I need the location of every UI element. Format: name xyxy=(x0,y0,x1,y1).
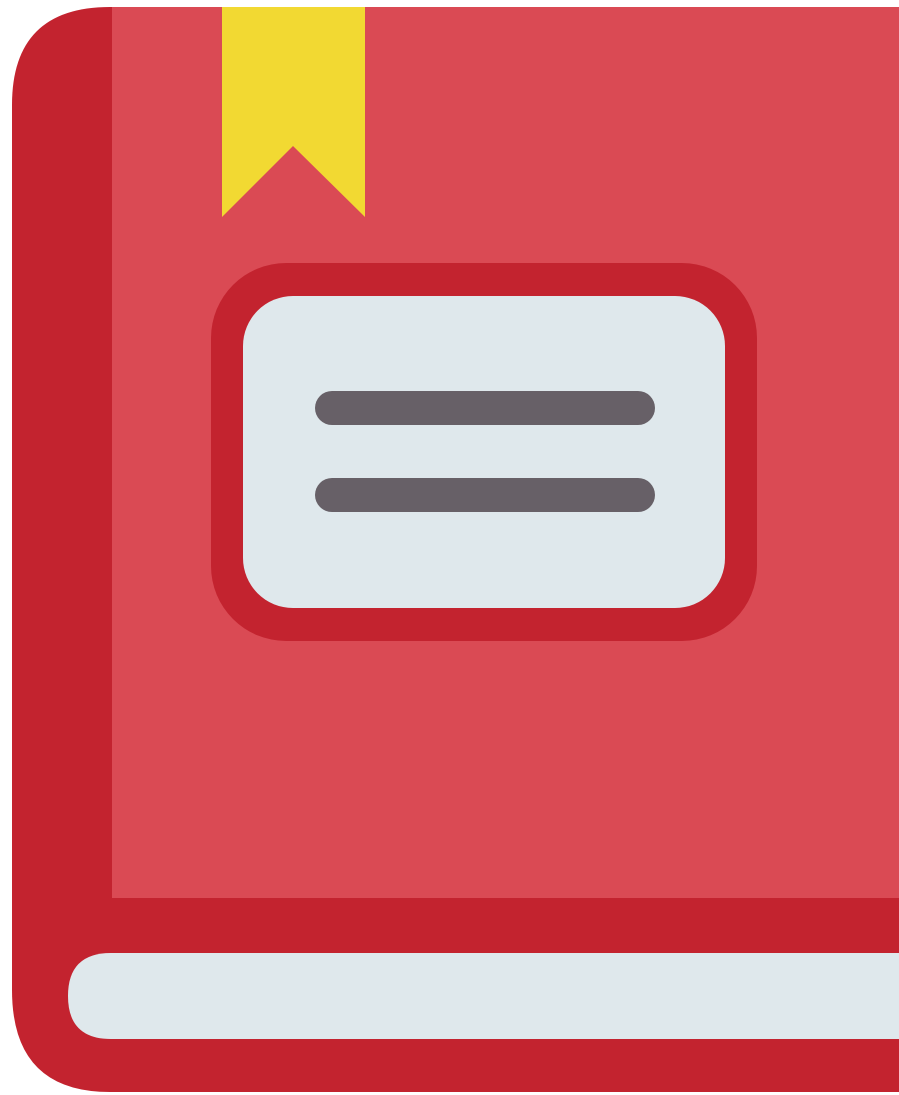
book-icon xyxy=(12,7,899,1092)
page-edge xyxy=(68,953,899,1039)
cover-label xyxy=(243,296,725,608)
icon-canvas xyxy=(0,0,899,1095)
